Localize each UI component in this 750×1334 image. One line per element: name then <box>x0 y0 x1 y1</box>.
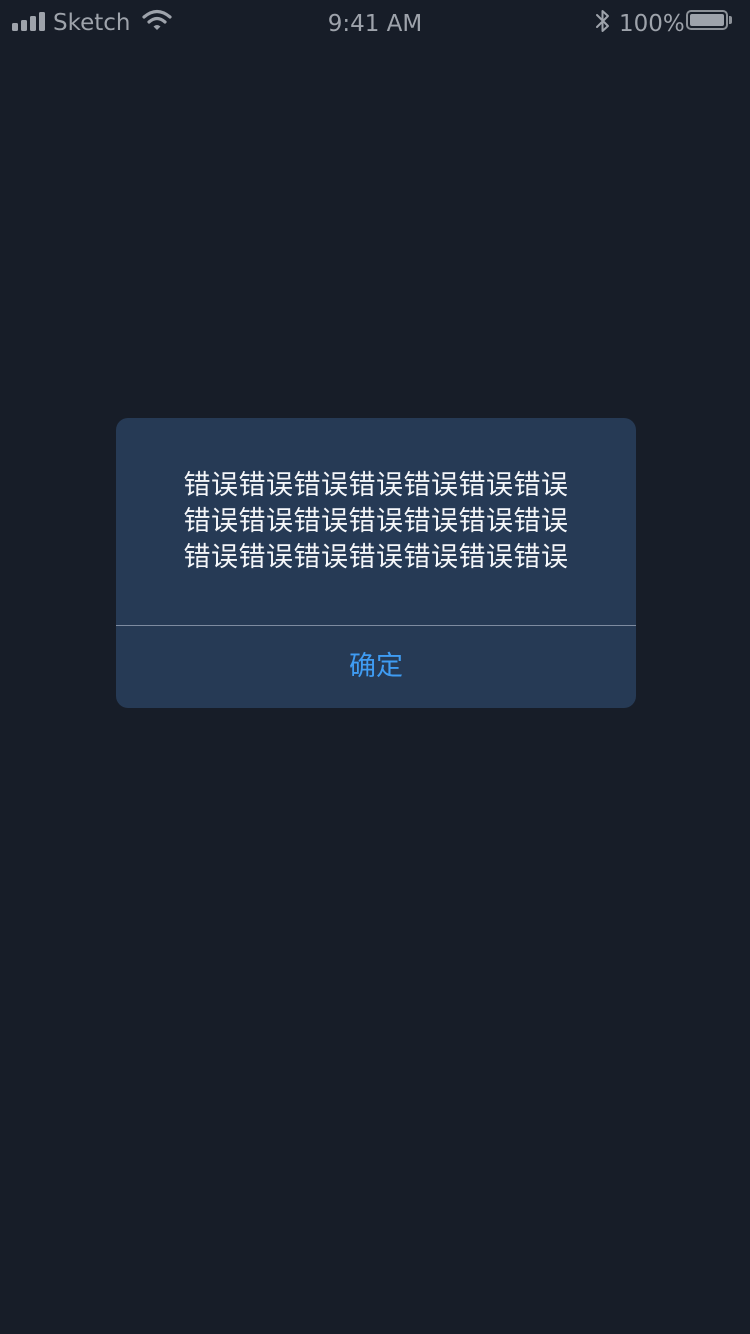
status-bar: Sketch 9:41 AM 100% <box>0 0 750 46</box>
screen: Sketch 9:41 AM 100% 错误错误错误错误错误错误错误 错误错误错… <box>0 0 750 1334</box>
battery-percentage: 100% <box>619 11 685 37</box>
alert-message-line: 错误错误错误错误错误错误错误 <box>183 542 569 573</box>
bluetooth-icon <box>596 10 609 32</box>
alert-dialog: 错误错误错误错误错误错误错误 错误错误错误错误错误错误错误 错误错误错误错误错误… <box>116 418 636 708</box>
battery-level <box>690 14 724 26</box>
alert-message-line: 错误错误错误错误错误错误错误 <box>183 506 569 537</box>
battery-icon <box>686 10 732 32</box>
alert-message: 错误错误错误错误错误错误错误 错误错误错误错误错误错误错误 错误错误错误错误错误… <box>116 468 636 576</box>
alert-message-line: 错误错误错误错误错误错误错误 <box>183 470 569 501</box>
confirm-button[interactable]: 确定 <box>116 626 636 708</box>
